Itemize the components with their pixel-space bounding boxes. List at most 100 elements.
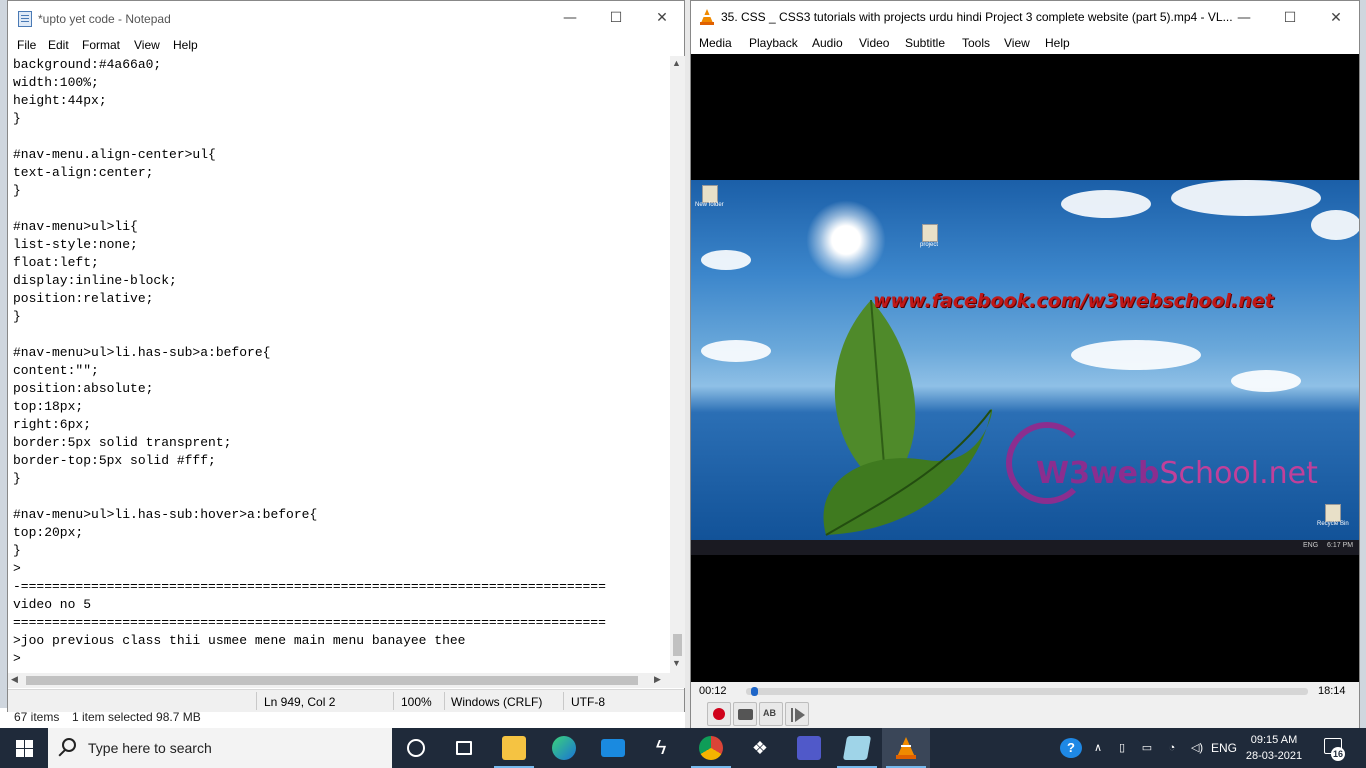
vlc-menu-help[interactable]: Help	[1045, 36, 1070, 50]
video-inner-taskbar: ENG 6:17 PM	[691, 540, 1359, 555]
vlc-menu-tools[interactable]: Tools	[962, 36, 990, 50]
battery-icon[interactable]: ▭	[1138, 728, 1156, 768]
frame-by-frame-button[interactable]	[785, 702, 809, 726]
recycle-bin-icon	[1325, 504, 1341, 522]
vlc-close-button[interactable]: ✕	[1313, 1, 1359, 35]
code-line: border-top:5px solid #fff;	[13, 453, 216, 468]
menu-help[interactable]: Help	[173, 38, 198, 52]
inner-clock: 6:17 PM	[1327, 542, 1354, 549]
total-time: 18:14	[1318, 685, 1346, 697]
dropbox-taskbar-button[interactable]: ❖	[736, 728, 784, 768]
status-zoom: 100%	[401, 695, 432, 709]
notepad-text-area[interactable]: background:#4a66a0; width:100%; height:44p…	[8, 56, 670, 673]
taskbar-clock[interactable]: 09:15 AM 28-03-2021	[1243, 732, 1305, 764]
sun-glare	[806, 200, 886, 280]
notepad-taskbar-button[interactable]	[833, 728, 881, 768]
status-encoding: UTF-8	[571, 695, 605, 709]
cloud	[1071, 340, 1201, 370]
search-icon	[62, 738, 76, 752]
help-icon[interactable]: ?	[1060, 738, 1082, 758]
menu-edit[interactable]: Edit	[48, 38, 69, 52]
cloud	[1231, 370, 1301, 392]
edge-taskbar-button[interactable]	[540, 728, 588, 768]
file-explorer-taskbar-button[interactable]	[490, 728, 538, 768]
record-button[interactable]	[707, 702, 731, 726]
dropbox-icon: ❖	[751, 738, 769, 758]
minimize-button[interactable]: —	[547, 1, 593, 35]
tablet-icon[interactable]: ▯	[1114, 728, 1130, 768]
code-line: right:6px;	[13, 417, 92, 432]
w3webschool-logo: W3webSchool.net	[1036, 456, 1318, 491]
bolt-app-taskbar-button[interactable]: ϟ	[637, 728, 685, 768]
chrome-icon	[699, 736, 723, 760]
scroll-up-icon[interactable]: ▲	[672, 58, 681, 68]
desktop-icon-label: Recycle Bin	[1317, 521, 1349, 527]
logo-web-text: web	[1089, 456, 1160, 491]
folder-icon	[502, 736, 526, 760]
vlc-menu-audio[interactable]: Audio	[812, 36, 843, 50]
vlc-menu-subtitle[interactable]: Subtitle	[905, 36, 945, 50]
start-button[interactable]	[0, 728, 48, 768]
scroll-down-icon[interactable]: ▼	[672, 658, 681, 668]
mail-taskbar-button[interactable]	[589, 728, 637, 768]
vlc-menubar: Media Playback Audio Video Subtitle Tool…	[691, 34, 1359, 54]
explorer-selection: 1 item selected 98.7 MB	[72, 710, 201, 724]
notepad-menubar: File Edit Format View Help	[8, 37, 684, 56]
maximize-button[interactable]: ☐	[593, 1, 639, 35]
wifi-icon[interactable]: ◔	[1163, 728, 1181, 768]
vlc-taskbar-button[interactable]	[882, 728, 930, 768]
menu-file[interactable]: File	[17, 38, 36, 52]
snapshot-button[interactable]	[733, 702, 757, 726]
code-line: top:20px;	[13, 525, 84, 540]
task-view-button[interactable]	[440, 728, 488, 768]
language-indicator[interactable]: ENG	[1210, 728, 1238, 768]
horizontal-scroll-thumb[interactable]	[26, 676, 638, 685]
close-button[interactable]: ✕	[639, 1, 685, 35]
vlc-minimize-button[interactable]: —	[1221, 1, 1267, 35]
vlc-menu-playback[interactable]: Playback	[749, 36, 798, 50]
code-line: top:18px;	[13, 399, 84, 414]
status-separator	[393, 692, 394, 710]
code-line: list-style:none;	[13, 237, 138, 252]
notepad-window: *upto yet code - Notepad — ☐ ✕ File Edit…	[7, 0, 685, 712]
vertical-scrollbar[interactable]: ▲ ▼	[670, 56, 685, 673]
menu-view[interactable]: View	[134, 38, 160, 52]
teams-taskbar-button[interactable]	[785, 728, 833, 768]
search-placeholder: Type here to search	[88, 740, 212, 756]
code-line: }	[13, 309, 21, 324]
vlc-menu-view[interactable]: View	[1004, 36, 1030, 50]
ab-loop-button[interactable]	[759, 702, 783, 726]
scroll-right-icon[interactable]: ▶	[654, 674, 661, 685]
status-line-ending: Windows (CRLF)	[451, 695, 543, 709]
video-area[interactable]: New folder project www.facebook.com/w3we…	[691, 54, 1359, 682]
cloud	[701, 250, 751, 270]
scroll-left-icon[interactable]: ◀	[11, 674, 18, 685]
notepad-titlebar[interactable]: *upto yet code - Notepad — ☐ ✕	[8, 1, 684, 37]
taskbar-search-box[interactable]: Type here to search	[48, 728, 392, 768]
chevron-up-icon[interactable]: ∧	[1090, 728, 1106, 768]
chrome-taskbar-button[interactable]	[687, 728, 735, 768]
status-separator	[256, 692, 257, 710]
menu-format[interactable]: Format	[82, 38, 120, 52]
code-line: >	[13, 651, 21, 666]
vertical-scroll-thumb[interactable]	[673, 634, 682, 656]
code-line: position:absolute;	[13, 381, 154, 396]
code-line: #nav-menu>ul>li.has-sub>a:before{	[13, 345, 271, 360]
notepad-icon	[842, 736, 872, 760]
seek-bar[interactable]	[746, 688, 1308, 695]
seek-handle[interactable]	[751, 687, 759, 696]
task-view-icon	[456, 741, 472, 755]
volume-icon[interactable]: ◁)	[1188, 728, 1206, 768]
clock-date: 28-03-2021	[1245, 750, 1303, 762]
vlc-menu-video[interactable]: Video	[859, 36, 889, 50]
code-line: display:inline-block;	[13, 273, 177, 288]
cortana-button[interactable]	[392, 728, 440, 768]
notepad-app-icon	[18, 11, 32, 27]
vlc-titlebar[interactable]: 35. CSS _ CSS3 tutorials with projects u…	[691, 1, 1359, 34]
vlc-menu-media[interactable]: Media	[699, 36, 732, 50]
logo-school-text: School.net	[1159, 456, 1318, 491]
code-line: ========================================…	[13, 615, 606, 630]
horizontal-scrollbar[interactable]: ◀ ▶	[8, 673, 670, 688]
leaf-boat-illustration	[823, 300, 993, 536]
vlc-maximize-button[interactable]: ☐	[1267, 1, 1313, 35]
